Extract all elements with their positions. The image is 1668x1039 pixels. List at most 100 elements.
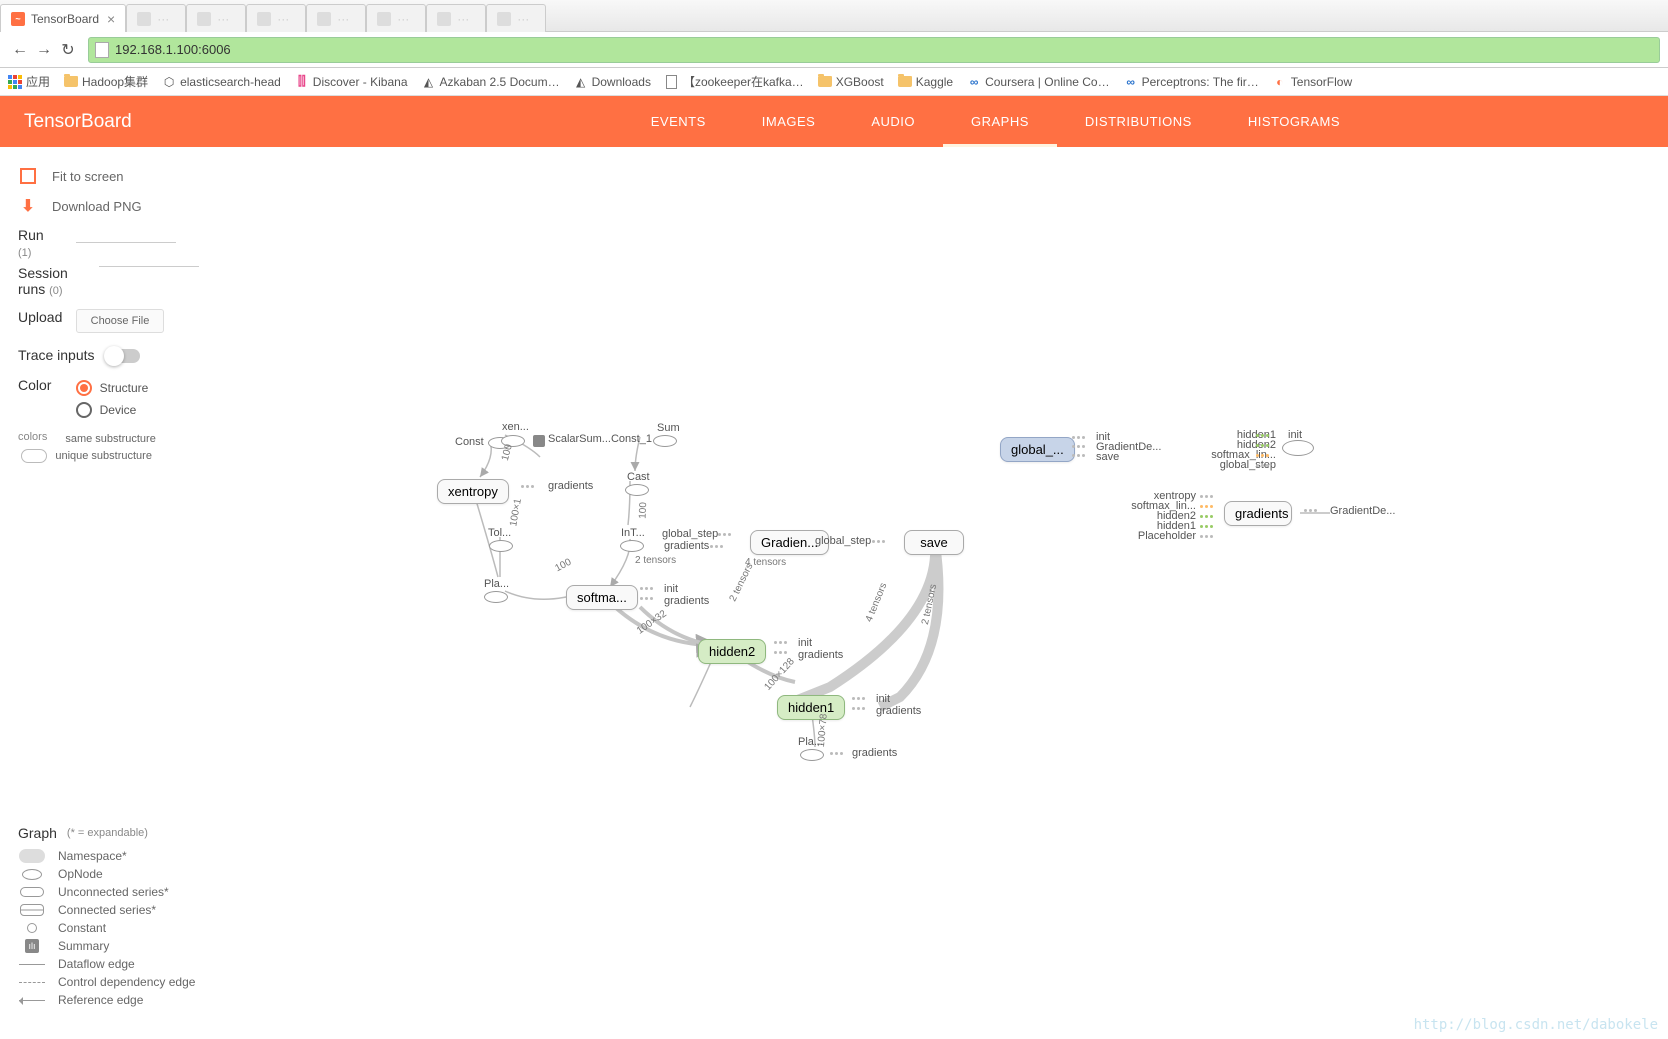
page-icon: ◭ [574,75,588,89]
summary-icon: ılı [25,939,39,953]
color-device[interactable]: Device [76,399,149,421]
series-dots [1072,445,1085,448]
node-softmax[interactable]: softma... [566,585,638,610]
series-dots [1200,525,1213,528]
pill-icon [21,449,47,463]
bookmark-item[interactable]: 【zookeeper在kafka… [665,73,804,90]
bookmark-item[interactable]: ⬡elasticsearch-head [162,75,281,89]
series-dots [718,533,731,536]
back-button[interactable]: ← [8,41,32,59]
legend-label: Summary [58,939,109,953]
connected-icon [20,904,44,916]
op-node[interactable] [1282,440,1314,456]
series-dots [1200,495,1213,498]
tab-other-5[interactable]: ··· [366,4,426,32]
op-node[interactable] [800,749,824,761]
run-select[interactable] [76,228,176,243]
bookmark-item[interactable]: ◐TensorFlow [1273,75,1352,89]
nav-audio[interactable]: AUDIO [843,96,943,147]
edge-label: 4 tensors [864,581,890,623]
series-dots [710,545,723,548]
favicon [497,12,511,26]
trace-label: Trace inputs [18,347,95,363]
nav-events[interactable]: EVENTS [623,96,734,147]
nav-histograms[interactable]: HISTOGRAMS [1220,96,1368,147]
edge-label: 2 tensors [635,555,676,566]
node-global[interactable]: global_... [1000,437,1075,462]
bookmark-item[interactable]: ◭Azkaban 2.5 Docum… [422,75,560,89]
header-nav: EVENTS IMAGES AUDIO GRAPHS DISTRIBUTIONS… [623,96,1368,147]
namespace-icon [19,849,45,863]
series-dots [1200,535,1213,538]
series-dots [1200,515,1213,518]
node-gradients[interactable]: gradients [1224,501,1292,526]
tab-other-4[interactable]: ··· [306,4,366,32]
op-node[interactable] [625,484,649,496]
legend-label: Control dependency edge [58,975,195,989]
edge-label: 2 tensors [920,583,939,626]
download-png[interactable]: ⬇ Download PNG [18,191,222,221]
fit-to-screen[interactable]: Fit to screen [18,161,222,191]
legend-label: Constant [58,921,106,935]
graph-canvas[interactable]: Const xen... ScalarSum...Const_1 Sum xen… [240,147,1668,1039]
legend-label: Connected series* [58,903,156,917]
node-label: save [1096,451,1119,463]
node-hidden1[interactable]: hidden1 [777,695,845,720]
op-node[interactable] [484,591,508,603]
edge-label: 100×32 [635,608,669,636]
close-icon[interactable]: × [107,11,115,27]
node-label: init [664,583,678,595]
color-structure[interactable]: Structure [76,377,149,399]
edge-label: 2 tensors [728,562,756,604]
op-node[interactable] [620,540,644,552]
op-node[interactable] [489,540,513,552]
node-label: Sum [657,422,680,434]
upload-label: Upload [18,309,72,325]
apps-icon [8,75,22,89]
forward-button[interactable]: → [32,41,56,59]
tab-tensorboard[interactable]: ~ TensorBoard × [0,4,126,32]
node-label: InT... [621,527,645,539]
node-label: Tol... [488,527,511,539]
folder-icon [64,76,78,87]
reload-button[interactable]: ↻ [56,40,80,60]
legend-label: Namespace* [58,849,127,863]
node-label: Pla... [484,578,509,590]
legend-label: OpNode [58,867,103,881]
nav-images[interactable]: IMAGES [734,96,844,147]
nav-graphs[interactable]: GRAPHS [943,96,1057,147]
bookmark-item[interactable]: Kaggle [898,75,953,89]
legend-note: (* = expandable) [67,825,148,841]
trace-toggle[interactable] [106,349,140,363]
tab-other-1[interactable]: ··· [126,4,186,32]
tab-other-6[interactable]: ··· [426,4,486,32]
bookmark-item[interactable]: ⫿⫿Discover - Kibana [295,75,408,89]
graph-legend: Graph (* = expandable) Namespace* OpNode… [18,825,195,1009]
bookmark-item[interactable]: ∞Coursera | Online Co… [967,75,1110,89]
edge-label: 100×78 [816,713,830,747]
tab-title: TensorBoard [31,12,99,26]
node-label: init [1288,429,1302,441]
series-dots [774,641,787,644]
apps-button[interactable]: 应用 [8,73,50,90]
bookmark-item[interactable]: ◭Downloads [574,75,651,89]
tab-other-3[interactable]: ··· [246,4,306,32]
bookmark-item[interactable]: Hadoop集群 [64,73,148,90]
url-bar[interactable]: 192.168.1.100:6006 [88,37,1660,63]
coursera-icon: ∞ [967,75,981,89]
node-label: gradients [876,705,921,717]
favicon [317,12,331,26]
tab-other-7[interactable]: ··· [486,4,546,32]
tab-other-2[interactable]: ··· [186,4,246,32]
session-select[interactable] [99,252,199,267]
nav-distributions[interactable]: DISTRIBUTIONS [1057,96,1220,147]
bookmark-item[interactable]: ∞Perceptrons: The fir… [1124,75,1259,89]
node-label: gradients [664,595,709,607]
op-node[interactable] [653,435,677,447]
node-hidden2[interactable]: hidden2 [698,639,766,664]
node-label: init [798,637,812,649]
bookmark-item[interactable]: XGBoost [818,75,884,89]
choose-file-button[interactable]: Choose File [76,309,165,333]
node-xentropy[interactable]: xentropy [437,479,509,504]
node-save[interactable]: save [904,530,964,555]
